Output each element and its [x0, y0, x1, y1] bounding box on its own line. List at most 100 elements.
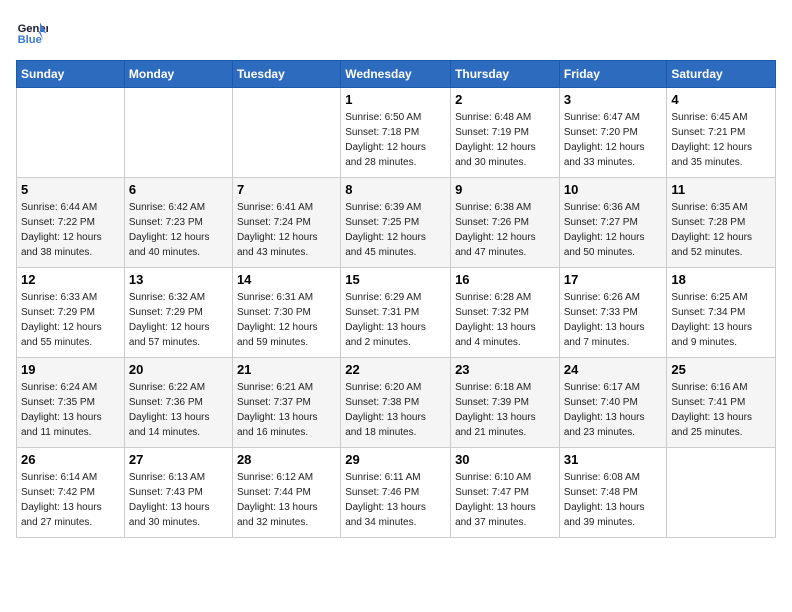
weekday-header: Monday: [124, 61, 232, 88]
calendar-cell: 30 Sunrise: 6:10 AM Sunset: 7:47 PM Dayli…: [451, 448, 560, 538]
day-number: 28: [237, 452, 336, 467]
day-number: 11: [671, 182, 771, 197]
day-info: Sunrise: 6:45 AM Sunset: 7:21 PM Dayligh…: [671, 110, 771, 170]
day-info: Sunrise: 6:25 AM Sunset: 7:34 PM Dayligh…: [671, 290, 771, 350]
day-info: Sunrise: 6:29 AM Sunset: 7:31 PM Dayligh…: [345, 290, 446, 350]
day-number: 13: [129, 272, 228, 287]
day-info: Sunrise: 6:10 AM Sunset: 7:47 PM Dayligh…: [455, 470, 555, 530]
calendar-cell: 11 Sunrise: 6:35 AM Sunset: 7:28 PM Dayli…: [667, 178, 776, 268]
calendar-week-row: 26 Sunrise: 6:14 AM Sunset: 7:42 PM Dayli…: [17, 448, 776, 538]
calendar-cell: 26 Sunrise: 6:14 AM Sunset: 7:42 PM Dayli…: [17, 448, 125, 538]
day-number: 9: [455, 182, 555, 197]
day-info: Sunrise: 6:13 AM Sunset: 7:43 PM Dayligh…: [129, 470, 228, 530]
calendar-cell: 28 Sunrise: 6:12 AM Sunset: 7:44 PM Dayli…: [232, 448, 340, 538]
calendar-cell: 1 Sunrise: 6:50 AM Sunset: 7:18 PM Daylig…: [341, 88, 451, 178]
day-info: Sunrise: 6:41 AM Sunset: 7:24 PM Dayligh…: [237, 200, 336, 260]
calendar-cell: 22Sunrise: 6:20 AM Sunset: 7:38 PM Dayli…: [341, 358, 451, 448]
day-number: 7: [237, 182, 336, 197]
svg-text:Blue: Blue: [18, 34, 42, 46]
day-number: 20: [129, 362, 228, 377]
calendar-cell: 20 Sunrise: 6:22 AM Sunset: 7:36 PM Dayli…: [124, 358, 232, 448]
weekday-header: Saturday: [667, 61, 776, 88]
day-info: Sunrise: 6:39 AM Sunset: 7:25 PM Dayligh…: [345, 200, 446, 260]
calendar-week-row: 1 Sunrise: 6:50 AM Sunset: 7:18 PM Daylig…: [17, 88, 776, 178]
logo: General Blue: [16, 16, 52, 48]
calendar-cell: 19 Sunrise: 6:24 AM Sunset: 7:35 PM Dayli…: [17, 358, 125, 448]
calendar-cell: 12 Sunrise: 6:33 AM Sunset: 7:29 PM Dayli…: [17, 268, 125, 358]
calendar-cell: 25 Sunrise: 6:16 AM Sunset: 7:41 PM Dayli…: [667, 358, 776, 448]
calendar-cell: 23 Sunrise: 6:18 AM Sunset: 7:39 PM Dayli…: [451, 358, 560, 448]
day-info: Sunrise: 6:22 AM Sunset: 7:36 PM Dayligh…: [129, 380, 228, 440]
calendar-cell: [232, 88, 340, 178]
calendar-cell: 5 Sunrise: 6:44 AM Sunset: 7:22 PM Daylig…: [17, 178, 125, 268]
day-info: Sunrise: 6:31 AM Sunset: 7:30 PM Dayligh…: [237, 290, 336, 350]
calendar-cell: 15Sunrise: 6:29 AM Sunset: 7:31 PM Dayli…: [341, 268, 451, 358]
calendar-week-row: 12 Sunrise: 6:33 AM Sunset: 7:29 PM Dayli…: [17, 268, 776, 358]
day-number: 31: [564, 452, 663, 467]
day-info: Sunrise: 6:11 AM Sunset: 7:46 PM Dayligh…: [345, 470, 446, 530]
day-number: 22: [345, 362, 446, 377]
day-info: Sunrise: 6:33 AM Sunset: 7:29 PM Dayligh…: [21, 290, 120, 350]
day-info: Sunrise: 6:48 AM Sunset: 7:19 PM Dayligh…: [455, 110, 555, 170]
day-info: Sunrise: 6:32 AM Sunset: 7:29 PM Dayligh…: [129, 290, 228, 350]
day-info: Sunrise: 6:14 AM Sunset: 7:42 PM Dayligh…: [21, 470, 120, 530]
day-number: 21: [237, 362, 336, 377]
calendar-cell: 21 Sunrise: 6:21 AM Sunset: 7:37 PM Dayli…: [232, 358, 340, 448]
weekday-header: Wednesday: [341, 61, 451, 88]
calendar-cell: [667, 448, 776, 538]
calendar-cell: 10Sunrise: 6:36 AM Sunset: 7:27 PM Dayli…: [559, 178, 667, 268]
calendar-cell: 31 Sunrise: 6:08 AM Sunset: 7:48 PM Dayli…: [559, 448, 667, 538]
weekday-header-row: SundayMondayTuesdayWednesdayThursdayFrid…: [17, 61, 776, 88]
calendar-cell: 2Sunrise: 6:48 AM Sunset: 7:19 PM Daylig…: [451, 88, 560, 178]
day-info: Sunrise: 6:08 AM Sunset: 7:48 PM Dayligh…: [564, 470, 663, 530]
day-number: 3: [564, 92, 663, 107]
day-info: Sunrise: 6:26 AM Sunset: 7:33 PM Dayligh…: [564, 290, 663, 350]
day-number: 26: [21, 452, 120, 467]
day-info: Sunrise: 6:16 AM Sunset: 7:41 PM Dayligh…: [671, 380, 771, 440]
day-number: 12: [21, 272, 120, 287]
day-number: 30: [455, 452, 555, 467]
day-number: 18: [671, 272, 771, 287]
calendar-cell: [17, 88, 125, 178]
day-info: Sunrise: 6:18 AM Sunset: 7:39 PM Dayligh…: [455, 380, 555, 440]
calendar-week-row: 19 Sunrise: 6:24 AM Sunset: 7:35 PM Dayli…: [17, 358, 776, 448]
calendar-cell: 8 Sunrise: 6:39 AM Sunset: 7:25 PM Daylig…: [341, 178, 451, 268]
day-number: 6: [129, 182, 228, 197]
day-info: Sunrise: 6:42 AM Sunset: 7:23 PM Dayligh…: [129, 200, 228, 260]
calendar-cell: 13 Sunrise: 6:32 AM Sunset: 7:29 PM Dayli…: [124, 268, 232, 358]
day-number: 14: [237, 272, 336, 287]
day-number: 27: [129, 452, 228, 467]
page-header: General Blue: [16, 16, 776, 48]
day-info: Sunrise: 6:47 AM Sunset: 7:20 PM Dayligh…: [564, 110, 663, 170]
day-info: Sunrise: 6:24 AM Sunset: 7:35 PM Dayligh…: [21, 380, 120, 440]
weekday-header: Sunday: [17, 61, 125, 88]
day-number: 23: [455, 362, 555, 377]
calendar-cell: 3 Sunrise: 6:47 AM Sunset: 7:20 PM Daylig…: [559, 88, 667, 178]
calendar-cell: 16Sunrise: 6:28 AM Sunset: 7:32 PM Dayli…: [451, 268, 560, 358]
day-number: 24: [564, 362, 663, 377]
day-number: 4: [671, 92, 771, 107]
calendar-cell: 14 Sunrise: 6:31 AM Sunset: 7:30 PM Dayli…: [232, 268, 340, 358]
day-number: 25: [671, 362, 771, 377]
weekday-header: Friday: [559, 61, 667, 88]
day-number: 16: [455, 272, 555, 287]
calendar-cell: 7 Sunrise: 6:41 AM Sunset: 7:24 PM Daylig…: [232, 178, 340, 268]
calendar-cell: 17Sunrise: 6:26 AM Sunset: 7:33 PM Dayli…: [559, 268, 667, 358]
day-info: Sunrise: 6:44 AM Sunset: 7:22 PM Dayligh…: [21, 200, 120, 260]
day-number: 1: [345, 92, 446, 107]
day-number: 19: [21, 362, 120, 377]
calendar-cell: 9Sunrise: 6:38 AM Sunset: 7:26 PM Daylig…: [451, 178, 560, 268]
day-info: Sunrise: 6:36 AM Sunset: 7:27 PM Dayligh…: [564, 200, 663, 260]
day-number: 29: [345, 452, 446, 467]
calendar-cell: 24Sunrise: 6:17 AM Sunset: 7:40 PM Dayli…: [559, 358, 667, 448]
day-info: Sunrise: 6:21 AM Sunset: 7:37 PM Dayligh…: [237, 380, 336, 440]
day-info: Sunrise: 6:50 AM Sunset: 7:18 PM Dayligh…: [345, 110, 446, 170]
weekday-header: Thursday: [451, 61, 560, 88]
calendar-cell: 18 Sunrise: 6:25 AM Sunset: 7:34 PM Dayli…: [667, 268, 776, 358]
day-number: 5: [21, 182, 120, 197]
day-number: 8: [345, 182, 446, 197]
calendar-cell: 27 Sunrise: 6:13 AM Sunset: 7:43 PM Dayli…: [124, 448, 232, 538]
day-info: Sunrise: 6:35 AM Sunset: 7:28 PM Dayligh…: [671, 200, 771, 260]
day-info: Sunrise: 6:12 AM Sunset: 7:44 PM Dayligh…: [237, 470, 336, 530]
calendar-cell: 6 Sunrise: 6:42 AM Sunset: 7:23 PM Daylig…: [124, 178, 232, 268]
